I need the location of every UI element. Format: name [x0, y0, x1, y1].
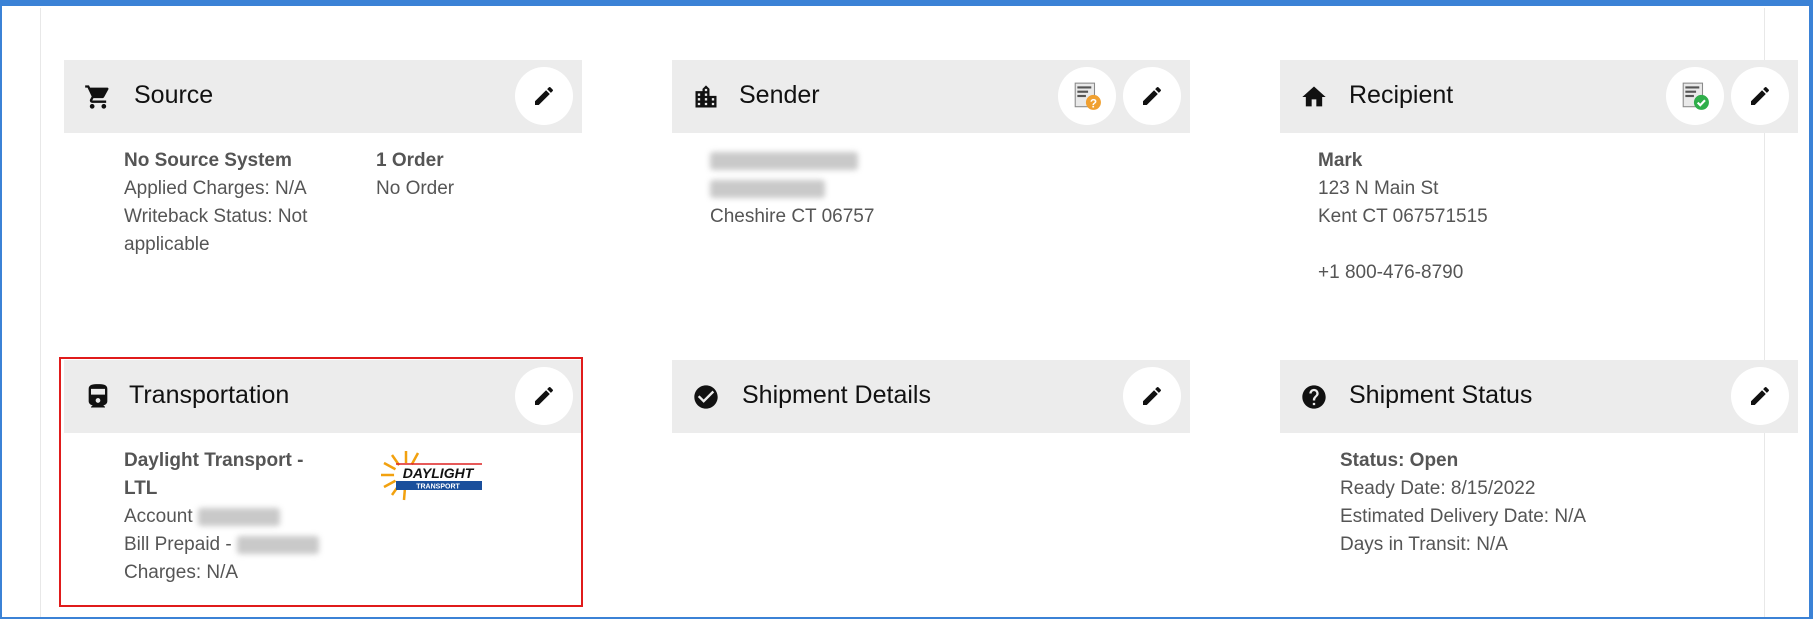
shipment-status-details: Status: Open Ready Date: 8/15/2022 Estim… [1340, 447, 1586, 559]
sender-title: Sender [739, 81, 820, 109]
source-orders: 1 Order No Order [376, 147, 454, 203]
pencil-icon [1143, 86, 1162, 105]
writeback-status-cont: applicable [124, 234, 210, 255]
sender-edit-button[interactable] [1123, 67, 1181, 125]
recipient-city: Kent CT 067571515 [1318, 206, 1488, 227]
help-circle-icon [1302, 385, 1326, 409]
applied-charges: Applied Charges: N/A [124, 178, 307, 199]
shipment-status-edit-button[interactable] [1731, 367, 1789, 425]
home-icon [1302, 86, 1326, 107]
sender-details: Cheshire CT 06757 [710, 147, 874, 231]
recipient-name: Mark [1318, 150, 1363, 171]
recipient-validate-button[interactable] [1666, 67, 1724, 125]
source-system: No Source System [124, 150, 292, 171]
sender-street-redacted [710, 175, 874, 203]
days-in-transit: Days in Transit: N/A [1340, 534, 1508, 555]
svg-text:?: ? [1090, 97, 1097, 110]
sender-city: Cheshire CT 06757 [710, 206, 875, 227]
cart-icon [85, 85, 109, 109]
document-check-icon [1682, 82, 1709, 110]
shipment-status-title: Shipment Status [1349, 381, 1533, 409]
shipment-status-header: Shipment Status [1280, 360, 1798, 433]
orders-count: 1 Order [376, 150, 444, 171]
recipient-title: Recipient [1349, 81, 1454, 109]
sender-header: Sender ? [672, 60, 1190, 133]
left-divider [40, 8, 41, 617]
pencil-icon [1751, 386, 1770, 405]
transportation-highlight-box [59, 357, 583, 607]
source-header: Source [64, 60, 582, 133]
order-value: No Order [376, 178, 455, 199]
pencil-icon [1751, 86, 1770, 105]
recipient-blank-line [1318, 231, 1488, 259]
estimated-delivery: Estimated Delivery Date: N/A [1340, 506, 1587, 527]
shipment-details-title: Shipment Details [742, 381, 931, 409]
pencil-icon [1143, 386, 1162, 405]
document-question-icon: ? [1074, 82, 1101, 110]
check-circle-icon [694, 385, 718, 409]
recipient-street: 123 N Main St [1318, 178, 1439, 199]
sender-validate-button[interactable]: ? [1058, 67, 1116, 125]
shipment-details-header: Shipment Details [672, 360, 1190, 433]
pencil-icon [535, 86, 554, 105]
sender-name-redacted [710, 147, 874, 175]
recipient-header: Recipient [1280, 60, 1798, 133]
source-edit-button[interactable] [515, 67, 573, 125]
recipient-edit-button[interactable] [1731, 67, 1789, 125]
writeback-status: Writeback Status: Not [124, 206, 308, 227]
shipment-details-edit-button[interactable] [1123, 367, 1181, 425]
ready-date: Ready Date: 8/15/2022 [1340, 478, 1536, 499]
recipient-details: Mark 123 N Main St Kent CT 067571515 +1 … [1318, 147, 1488, 287]
recipient-phone: +1 800-476-8790 [1318, 262, 1464, 283]
building-icon [695, 85, 717, 108]
source-title: Source [134, 81, 214, 109]
status-value: Status: Open [1340, 450, 1459, 471]
source-details: No Source System Applied Charges: N/A Wr… [124, 147, 307, 259]
